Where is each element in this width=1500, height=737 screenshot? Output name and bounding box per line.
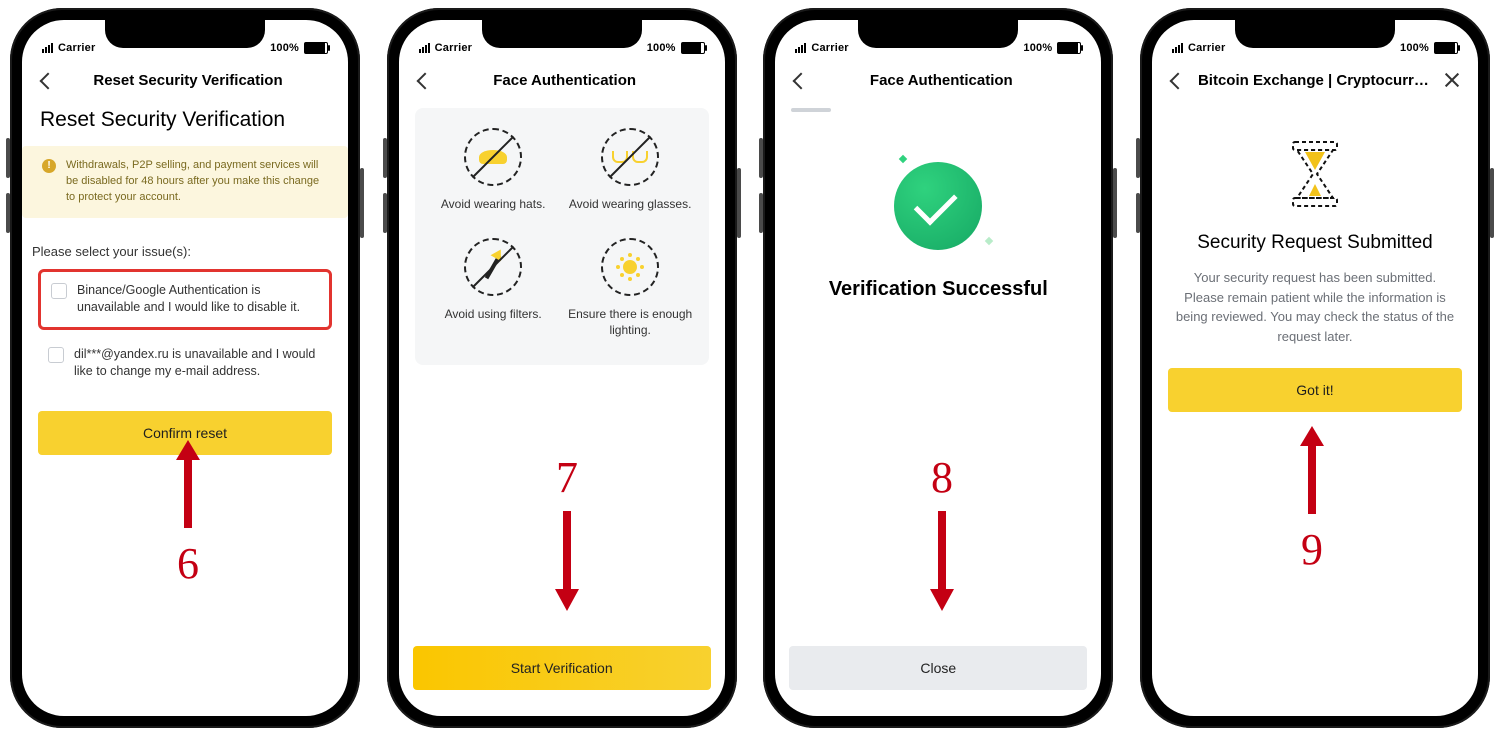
phone-frame: Carrier 100% Face Authentication Verific… (763, 8, 1113, 728)
back-icon[interactable] (791, 70, 811, 90)
battery-percent: 100% (647, 42, 676, 54)
nav-title: Bitcoin Exchange | Cryptocurren… (1198, 72, 1432, 89)
battery-percent: 100% (270, 42, 299, 54)
warning-text: Withdrawals, P2P selling, and payment se… (66, 158, 328, 206)
face-tips-card: Avoid wearing hats. Avoid wearing glasse… (415, 108, 709, 365)
battery-icon (1057, 42, 1081, 54)
hat-icon (464, 128, 522, 186)
nav-title: Face Authentication (797, 72, 1085, 89)
battery-percent: 100% (1400, 42, 1429, 54)
tip-lighting: Ensure there is enough lighting. (562, 238, 699, 338)
issue-option-email[interactable]: dil***@yandex.ru is unavailable and I wo… (38, 336, 332, 391)
battery-percent: 100% (1023, 42, 1052, 54)
battery-icon (304, 42, 328, 54)
close-icon[interactable] (1442, 70, 1462, 90)
glasses-icon (601, 128, 659, 186)
hourglass-icon (1275, 134, 1355, 214)
confirm-reset-button[interactable]: Confirm reset (38, 411, 332, 455)
carrier-label: Carrier (58, 42, 95, 54)
signal-icon (419, 43, 430, 53)
filter-icon (464, 238, 522, 296)
nav-bar: Bitcoin Exchange | Cryptocurren… (1152, 56, 1478, 104)
issue-option-authenticator[interactable]: Binance/Google Authentication is unavail… (38, 269, 332, 330)
nav-title: Reset Security Verification (44, 72, 332, 89)
nav-bar: Face Authentication (775, 56, 1101, 104)
warning-icon: ! (42, 159, 56, 173)
nav-bar: Face Authentication (399, 56, 725, 104)
phone-frame: Carrier 100% Face Authentication Avoid w… (387, 8, 737, 728)
nav-title: Face Authentication (421, 72, 709, 89)
carrier-label: Carrier (811, 42, 848, 54)
checkbox-icon[interactable] (51, 283, 67, 299)
tip-label: Avoid wearing glasses. (569, 196, 692, 212)
back-icon[interactable] (415, 70, 435, 90)
got-it-button[interactable]: Got it! (1168, 368, 1462, 412)
notch (105, 20, 265, 48)
notch (858, 20, 1018, 48)
checkbox-icon[interactable] (48, 347, 64, 363)
success-check-icon (894, 162, 982, 250)
carrier-label: Carrier (435, 42, 472, 54)
carrier-label: Carrier (1188, 42, 1225, 54)
tip-label: Ensure there is enough lighting. (562, 306, 699, 338)
tip-label: Avoid using filters. (445, 306, 542, 322)
close-button[interactable]: Close (789, 646, 1087, 690)
page-heading: Reset Security Verification (40, 108, 332, 132)
signal-icon (1172, 43, 1183, 53)
notch (482, 20, 642, 48)
phone-frame: Carrier 100% Bitcoin Exchange | Cryptocu… (1140, 8, 1490, 728)
warning-banner: ! Withdrawals, P2P selling, and payment … (22, 146, 348, 218)
start-verification-button[interactable]: Start Verification (413, 646, 711, 690)
back-icon[interactable] (1168, 70, 1188, 90)
tip-avoid-filters: Avoid using filters. (425, 238, 562, 338)
issue-option-label: Binance/Google Authentication is unavail… (77, 282, 319, 317)
battery-icon (1434, 42, 1458, 54)
back-icon[interactable] (38, 70, 58, 90)
signal-icon (42, 43, 53, 53)
tip-avoid-glasses: Avoid wearing glasses. (562, 128, 699, 212)
submitted-body: Your security request has been submitted… (1168, 268, 1462, 346)
success-heading: Verification Successful (829, 278, 1048, 301)
tip-avoid-hats: Avoid wearing hats. (425, 128, 562, 212)
nav-bar: Reset Security Verification (22, 56, 348, 104)
issue-option-label: dil***@yandex.ru is unavailable and I wo… (74, 346, 322, 381)
select-issue-label: Please select your issue(s): (32, 244, 332, 259)
tip-label: Avoid wearing hats. (441, 196, 546, 212)
sun-icon (601, 238, 659, 296)
battery-icon (681, 42, 705, 54)
phone-frame: Carrier 100% Reset Security Verification… (10, 8, 360, 728)
notch (1235, 20, 1395, 48)
submitted-heading: Security Request Submitted (1168, 232, 1462, 254)
signal-icon (795, 43, 806, 53)
